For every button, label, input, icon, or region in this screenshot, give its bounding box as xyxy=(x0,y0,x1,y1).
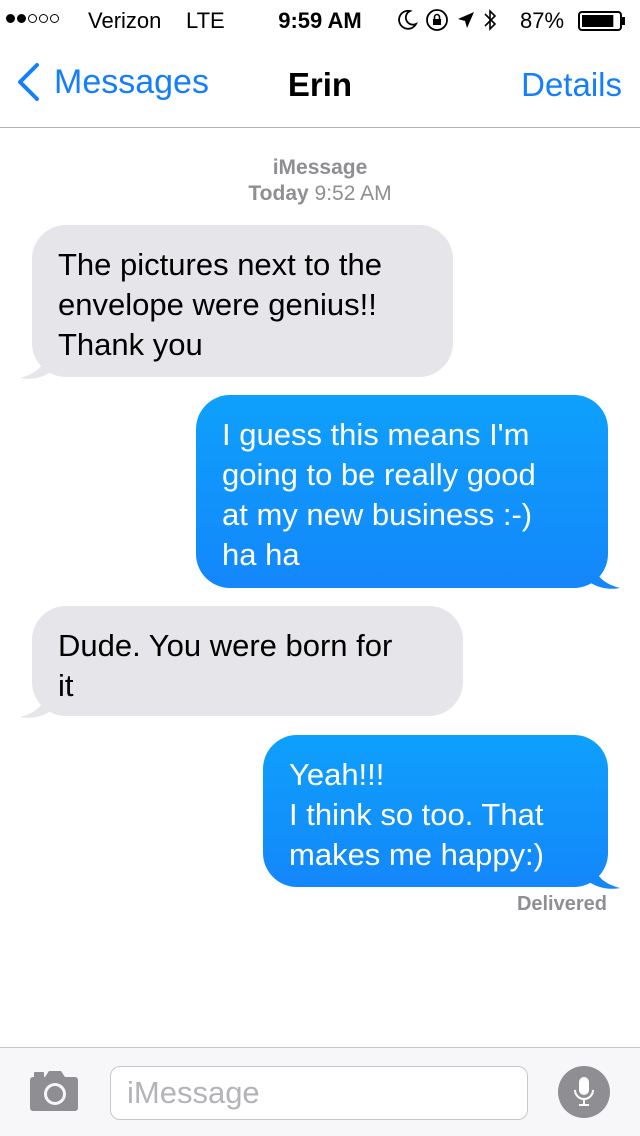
conversation-header: iMessage Today 9:52 AM xyxy=(0,155,640,207)
message-line: I guess this means I'm xyxy=(222,417,530,452)
message-input-bar xyxy=(0,1047,640,1136)
message-line: Dude. You were born for xyxy=(58,628,393,663)
location-arrow-icon xyxy=(458,12,474,28)
delivery-status: Delivered xyxy=(516,893,607,915)
message-line: makes me happy:) xyxy=(289,837,544,872)
conversation-timestamp: Today 9:52 AM xyxy=(0,181,640,207)
camera-button[interactable] xyxy=(28,1069,80,1118)
message-bubble[interactable]: The pictures next to the envelope were g… xyxy=(32,225,453,377)
message-line: it xyxy=(58,668,74,703)
microphone-button[interactable] xyxy=(558,1066,610,1118)
details-button[interactable]: Details xyxy=(521,66,622,104)
message-bubble[interactable]: I guess this means I'm going to be reall… xyxy=(196,395,608,588)
microphone-icon xyxy=(574,1077,594,1106)
message-line: I think so too. That xyxy=(289,797,544,832)
message-bubble[interactable]: Yeah!!! I think so too. That makes me ha… xyxy=(263,735,608,887)
message-line: going to be really good xyxy=(222,457,536,492)
message-line: Thank you xyxy=(58,327,203,362)
service-label: iMessage xyxy=(272,156,368,179)
message-input[interactable] xyxy=(110,1066,528,1120)
timestamp-day: Today xyxy=(248,182,309,205)
battery-icon xyxy=(578,11,625,31)
message-line: The pictures next to the xyxy=(58,247,382,282)
bluetooth-icon xyxy=(484,9,497,31)
message-line: at my new business :-) xyxy=(222,497,533,532)
timestamp-time: 9:52 AM xyxy=(314,182,392,205)
status-icons xyxy=(396,7,498,33)
rotation-lock-icon xyxy=(426,9,448,31)
camera-icon xyxy=(30,1071,78,1111)
message-line: ha ha xyxy=(222,537,300,572)
message-line: Yeah!!! xyxy=(289,757,385,792)
battery-percent: 87% xyxy=(520,8,565,33)
status-bar: Verizon LTE 9:59 AM 87% xyxy=(0,0,640,40)
message-line: envelope were genius!! xyxy=(58,287,377,322)
moon-icon xyxy=(398,9,418,30)
navigation-bar: Messages Erin Details xyxy=(0,40,640,128)
message-bubble[interactable]: Dude. You were born for it xyxy=(32,606,463,716)
